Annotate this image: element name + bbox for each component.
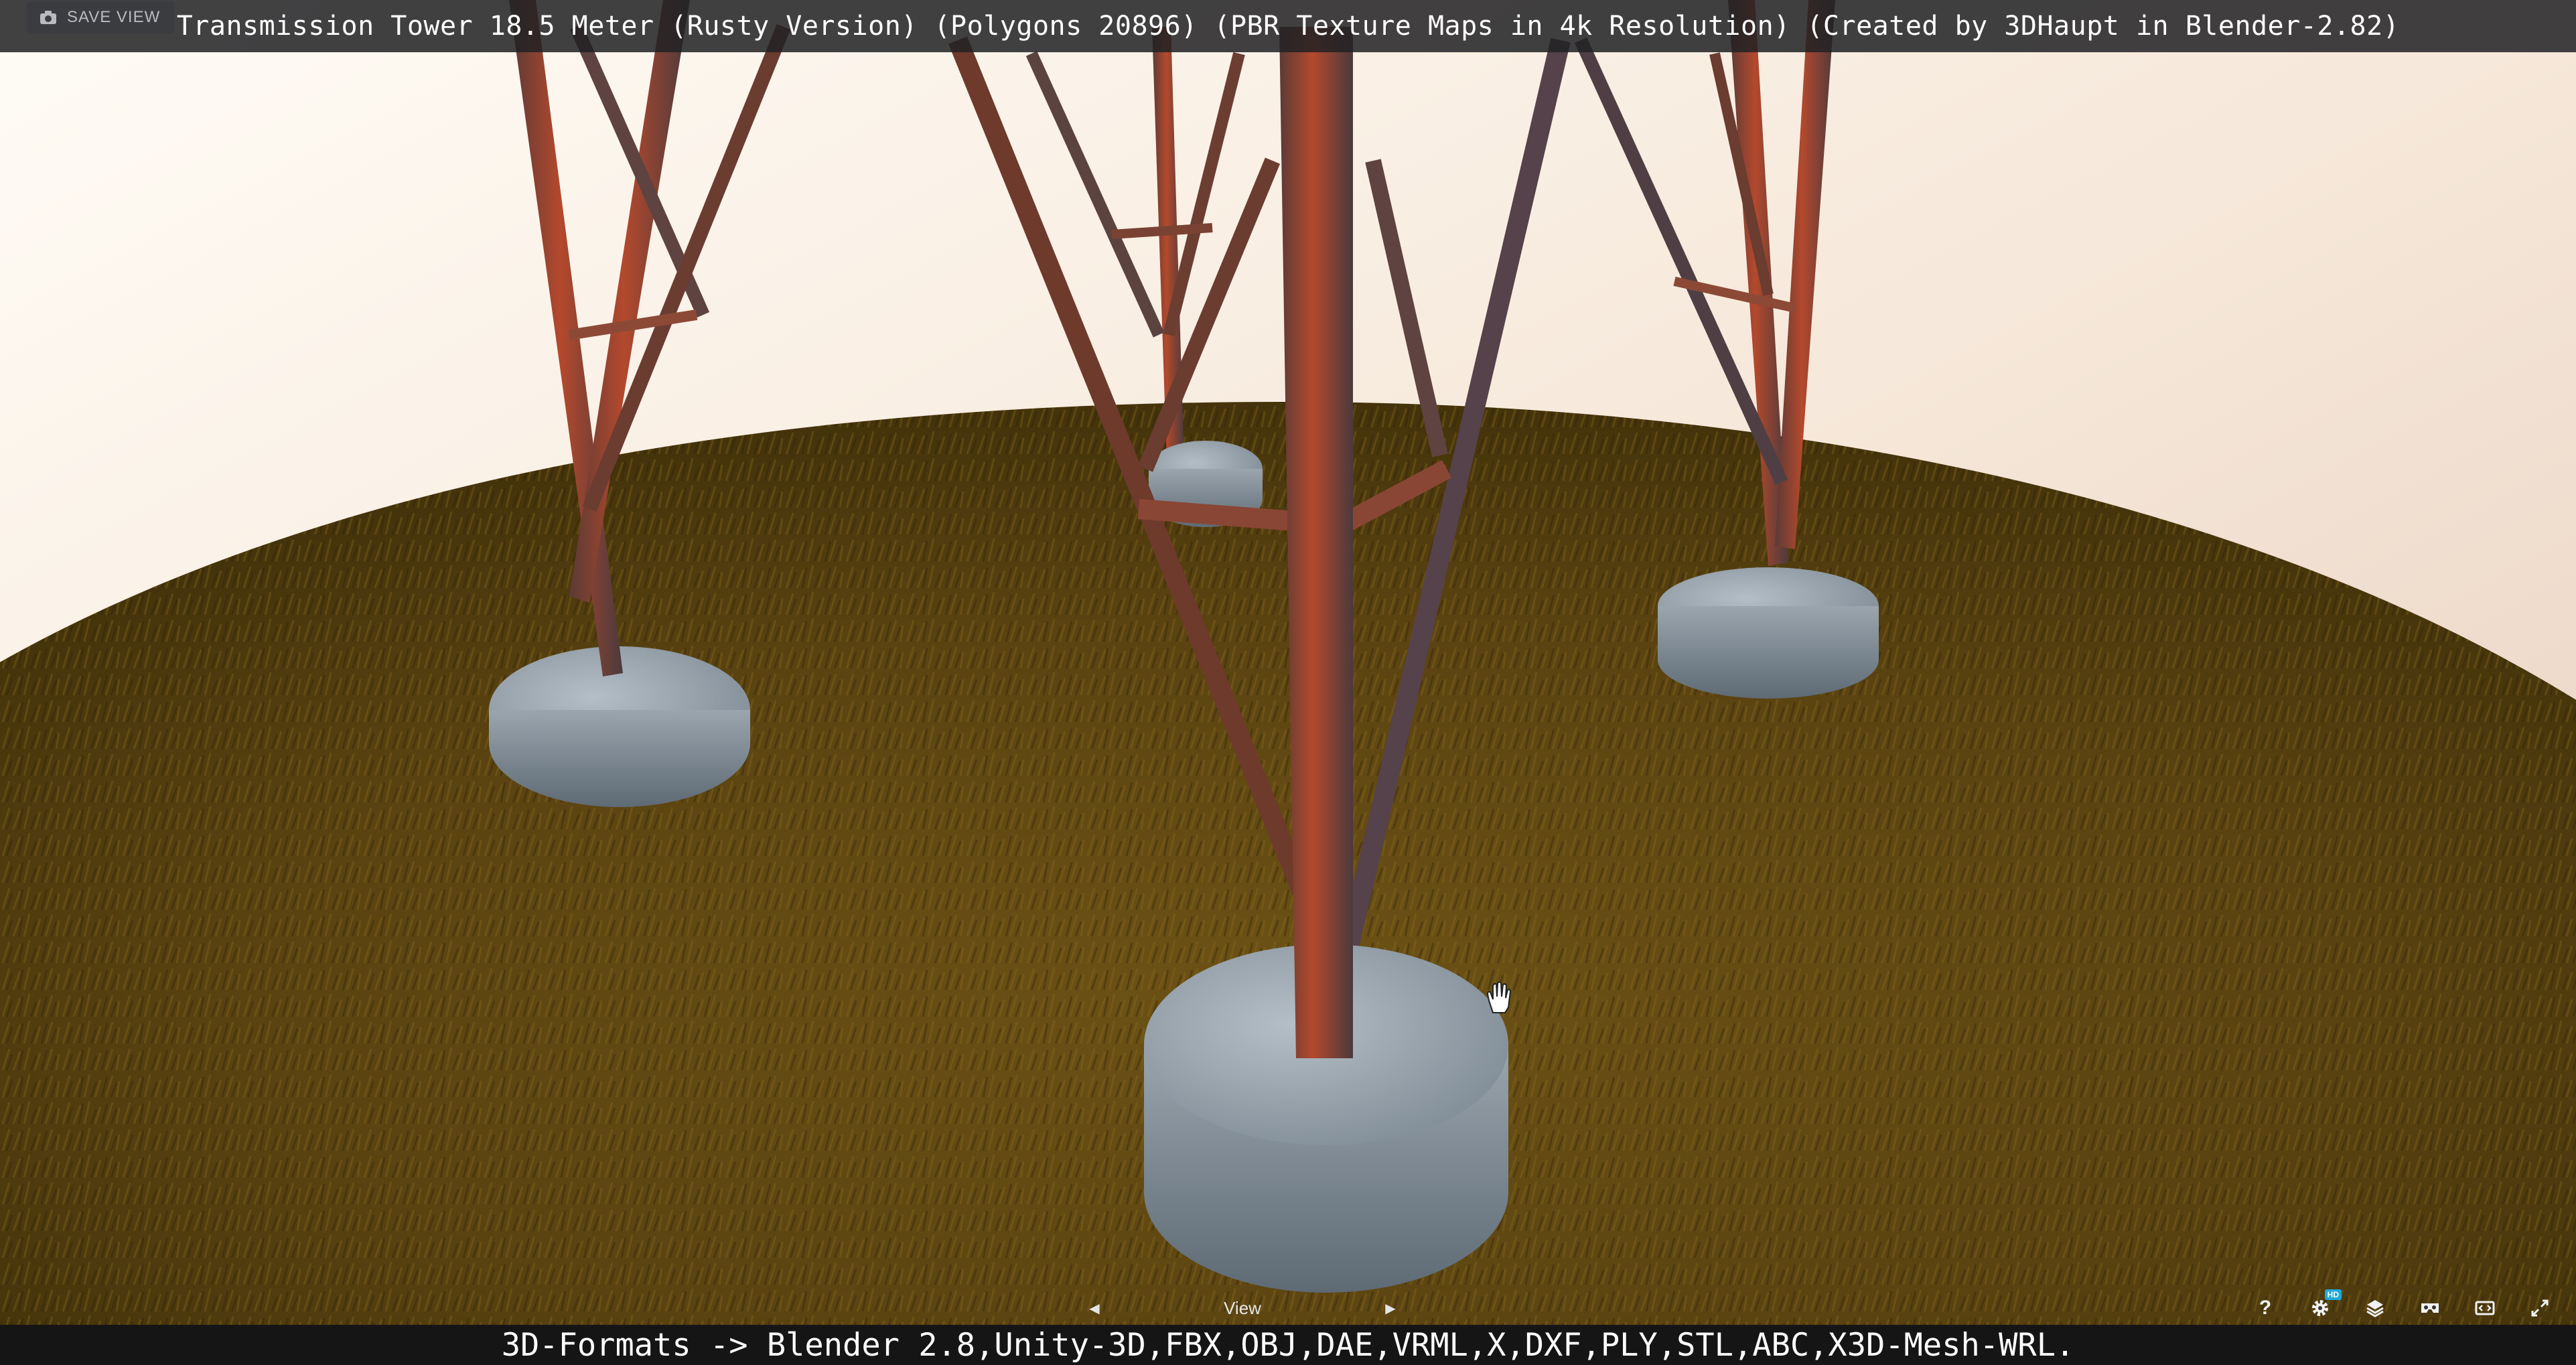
save-view-button[interactable]: SAVE VIEW — [27, 1, 175, 33]
gear-icon — [2312, 1300, 2328, 1316]
chevron-left-icon[interactable]: ◀ — [1085, 1299, 1104, 1317]
hd-badge: HD — [2324, 1289, 2342, 1300]
layers-icon[interactable] — [2362, 1295, 2388, 1321]
help-icon[interactable]: ? — [2252, 1295, 2279, 1321]
save-view-label: SAVE VIEW — [67, 8, 161, 26]
fullscreen-icon[interactable] — [2526, 1295, 2553, 1321]
3d-viewport[interactable]: SAVE VIEW Transmission Tower 18.5 Meter … — [0, 0, 2576, 1365]
view-label: View — [1224, 1297, 1261, 1318]
hand-cursor-icon — [1486, 981, 1512, 1013]
tower-scene[interactable] — [0, 0, 2576, 1365]
model-title: Transmission Tower 18.5 Meter (Rusty Ver… — [176, 11, 2400, 42]
viewer-controls: ? HD — [2252, 1289, 2553, 1323]
embed-icon[interactable] — [2472, 1295, 2498, 1321]
formats-strip: 3D-Formats -> Blender 2.8,Unity-3D,FBX,O… — [0, 1325, 2576, 1365]
chevron-right-icon[interactable]: ▶ — [1381, 1299, 1400, 1317]
model-title-bar: SAVE VIEW Transmission Tower 18.5 Meter … — [0, 0, 2576, 52]
view-navigator: ◀ View ▶ — [1085, 1294, 1400, 1322]
vr-icon[interactable] — [2417, 1295, 2443, 1321]
formats-text: 3D-Formats -> Blender 2.8,Unity-3D,FBX,O… — [501, 1326, 2075, 1364]
settings-icon[interactable]: HD — [2307, 1289, 2342, 1321]
camera-icon — [40, 11, 56, 24]
help-label: ? — [2259, 1297, 2272, 1319]
